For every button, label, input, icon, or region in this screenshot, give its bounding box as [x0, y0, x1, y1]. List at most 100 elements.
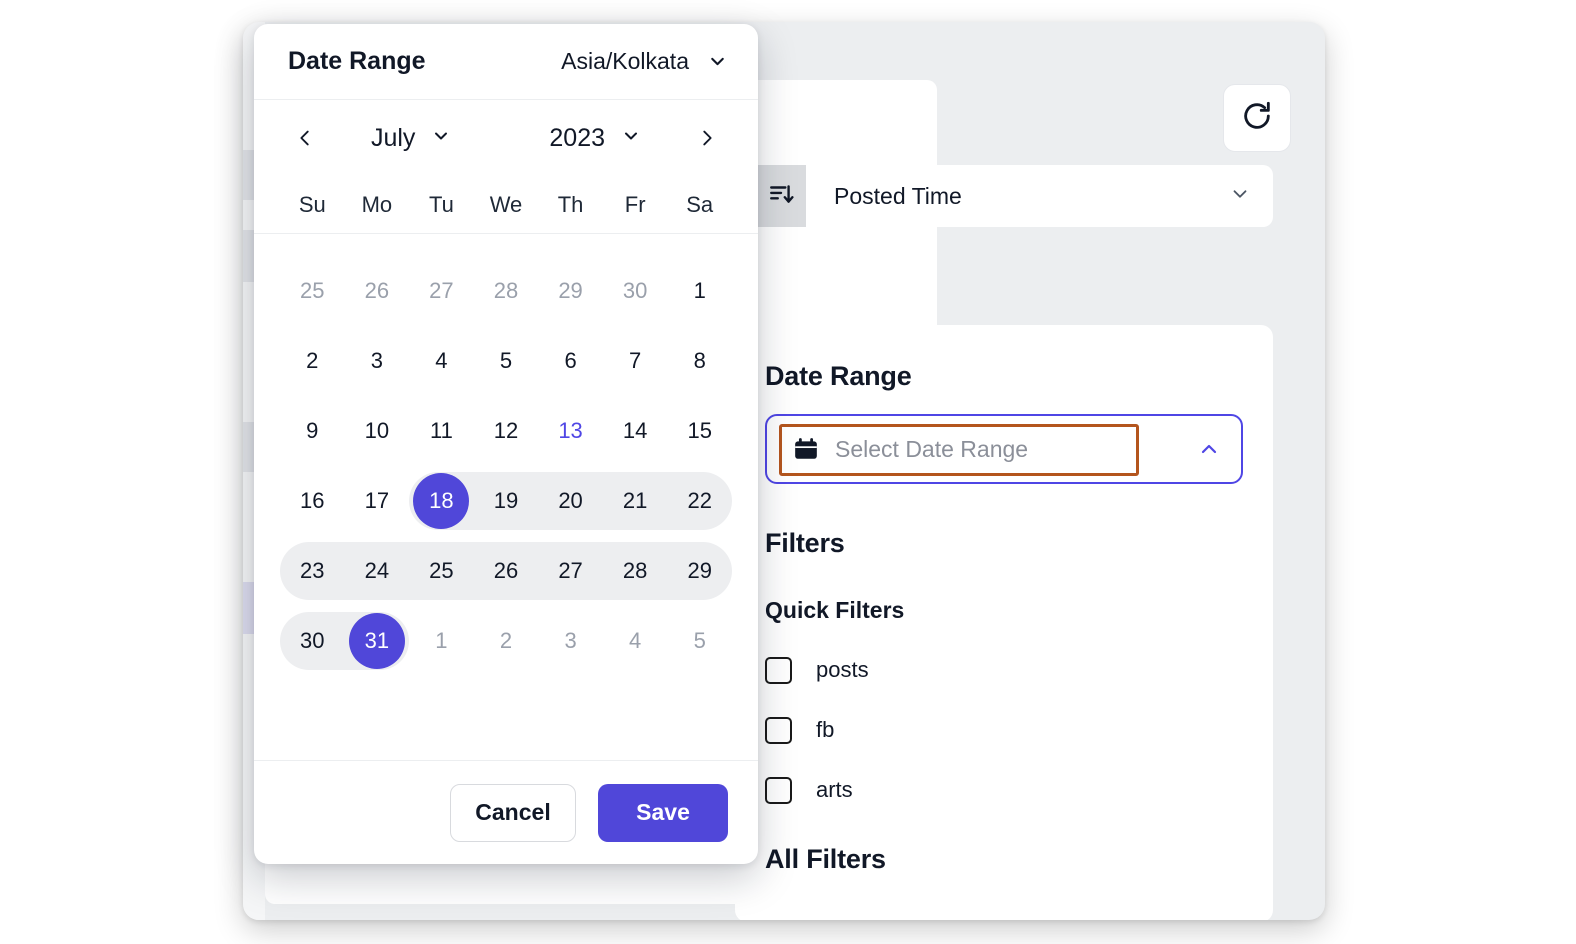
checkbox[interactable]	[765, 656, 792, 684]
calendar-day-number: 14	[622, 418, 648, 443]
calendar-day[interactable]: 15	[667, 403, 732, 459]
calendar-day[interactable]: 9	[280, 403, 345, 459]
calendar-day-number: 4	[435, 348, 448, 373]
calendar-day[interactable]: 17	[345, 473, 410, 529]
weekday-label: Fr	[624, 191, 646, 217]
calendar-day-number: 26	[493, 558, 519, 583]
calendar-day[interactable]: 13	[538, 403, 603, 459]
sort-direction-button[interactable]	[756, 165, 806, 227]
calendar-day[interactable]: 3	[538, 613, 603, 669]
calendar-day[interactable]: 23	[280, 543, 345, 599]
calendar-day[interactable]: 2	[474, 613, 539, 669]
calendar-day[interactable]: 22	[667, 473, 732, 529]
timezone-selector[interactable]: Asia/Kolkata	[561, 48, 728, 75]
calendar-day-number: 6	[564, 348, 577, 373]
calendar-day-number: 8	[693, 348, 706, 373]
calendar-day[interactable]: 5	[474, 333, 539, 389]
calendar-day-number: 30	[622, 278, 648, 303]
calendar-day-number: 7	[629, 348, 642, 373]
calendar-day[interactable]: 12	[474, 403, 539, 459]
timezone-value: Asia/Kolkata	[561, 48, 689, 74]
all-filters-heading: All Filters	[765, 844, 886, 874]
date-range-placeholder: Select Date Range	[835, 435, 1029, 462]
date-range-dialog: Date Range Asia/Kolkata July 2023 Su Mo …	[254, 24, 758, 864]
refresh-button[interactable]	[1223, 84, 1291, 152]
date-range-select[interactable]: Select Date Range	[765, 414, 1243, 484]
chevron-up-icon	[1197, 437, 1221, 461]
calendar-day-number: 23	[300, 558, 325, 583]
calendar-day[interactable]: 3	[345, 333, 410, 389]
calendar-day-number: 25	[300, 278, 325, 303]
checkbox[interactable]	[765, 776, 792, 804]
calendar-day[interactable]: 14	[603, 403, 668, 459]
calendar-day[interactable]: 28	[603, 543, 668, 599]
calendar-day[interactable]: 20	[538, 473, 603, 529]
weekday-label: Th	[557, 191, 584, 217]
calendar-day[interactable]: 4	[409, 333, 474, 389]
calendar-day[interactable]: 30	[603, 263, 668, 319]
calendar-day[interactable]: 16	[280, 473, 345, 529]
calendar-day-number: 29	[687, 558, 712, 583]
calendar-day[interactable]: 6	[538, 333, 603, 389]
calendar-icon	[793, 436, 819, 462]
sort-by-value: Posted Time	[834, 182, 962, 209]
calendar-day[interactable]: 1	[409, 613, 474, 669]
calendar-day-number: 27	[558, 558, 583, 583]
calendar-day[interactable]: 26	[474, 543, 539, 599]
month-select[interactable]: July	[371, 124, 451, 153]
calendar-day[interactable]: 30	[280, 613, 345, 669]
calendar-day[interactable]: 29	[667, 543, 732, 599]
calendar-day[interactable]: 1	[667, 263, 732, 319]
calendar-day-number: 25	[429, 558, 454, 583]
calendar-week: 30 31 1 2 3 4 5	[280, 606, 732, 676]
sort-by-dropdown[interactable]: Posted Time	[806, 165, 1273, 227]
calendar-day[interactable]: 27	[538, 543, 603, 599]
calendar-day[interactable]: 25	[280, 263, 345, 319]
calendar-day[interactable]: 25	[409, 543, 474, 599]
calendar-day-number: 30	[300, 628, 325, 653]
calendar-week: 16 17 18 19 20 21 22	[280, 466, 732, 536]
quick-filter-posts[interactable]: posts	[765, 648, 1243, 692]
next-month-button[interactable]	[690, 121, 724, 155]
calendar-week: 23 24 25 26 27 28 29	[280, 536, 732, 606]
calendar-day[interactable]: 10	[345, 403, 410, 459]
calendar-day[interactable]: 24	[345, 543, 410, 599]
chevron-down-icon	[621, 126, 641, 151]
weekday-label: Mo	[361, 191, 393, 217]
calendar-week: 9 10 11 12 13 14 15	[280, 396, 732, 466]
calendar-day-number: 10	[364, 418, 390, 443]
weekday-label: Su	[298, 191, 326, 217]
calendar-day[interactable]: 27	[409, 263, 474, 319]
filter-panel: Date Range Select Date Range Filters Qui…	[735, 325, 1273, 920]
calendar-grid: 25 26 27 28 29 30 1 2 3 4 5 6 7 8 9 10 11 12 13 14 15 16 17 18 1…	[254, 234, 758, 760]
quick-filters-heading: Quick Filters	[765, 597, 905, 623]
sort-row: Posted Time	[756, 165, 1273, 227]
calendar-day[interactable]: 2	[280, 333, 345, 389]
calendar-day-number: 5	[499, 348, 513, 373]
calendar-day-number: 24	[364, 558, 390, 583]
calendar-day[interactable]: 28	[474, 263, 539, 319]
weekday-label: Tu	[428, 191, 454, 217]
calendar-day-number: 4	[629, 628, 642, 653]
checkbox[interactable]	[765, 716, 792, 744]
calendar-day[interactable]: 21	[603, 473, 668, 529]
calendar-day[interactable]: 29	[538, 263, 603, 319]
prev-month-button[interactable]	[288, 121, 322, 155]
refresh-icon	[1240, 99, 1274, 138]
calendar-day[interactable]: 18	[409, 473, 474, 529]
save-button[interactable]: Save	[598, 783, 728, 842]
calendar-day[interactable]: 31	[345, 613, 410, 669]
calendar-day[interactable]: 4	[603, 613, 668, 669]
quick-filter-arts[interactable]: arts	[765, 768, 1243, 812]
calendar-day[interactable]: 11	[409, 403, 474, 459]
quick-filter-fb[interactable]: fb	[765, 708, 1243, 752]
calendar-day[interactable]: 19	[474, 473, 539, 529]
calendar-day[interactable]: 8	[667, 333, 732, 389]
dialog-header: Date Range Asia/Kolkata	[254, 24, 758, 100]
filters-heading: Filters	[765, 528, 845, 558]
cancel-button[interactable]: Cancel	[450, 783, 576, 842]
calendar-day[interactable]: 26	[345, 263, 410, 319]
year-select[interactable]: 2023	[549, 124, 641, 153]
calendar-day[interactable]: 5	[667, 613, 732, 669]
calendar-day[interactable]: 7	[603, 333, 668, 389]
